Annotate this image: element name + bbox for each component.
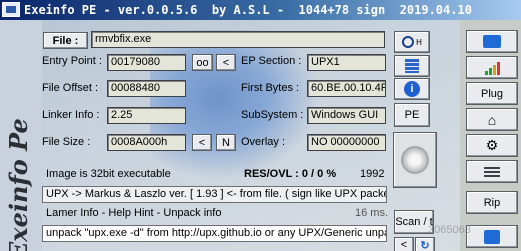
res-ovl-text: RES/OVL : 0 / 0 % [244,168,337,180]
file-button[interactable]: File : [43,32,88,49]
scan-time-text: 16 ms. [355,207,389,219]
detection-result[interactable]: UPX -> Markus & Laszlo ver. [ 1.93 ] <- … [42,186,387,203]
magnifier-icon [402,36,415,48]
award-button[interactable] [393,132,437,188]
file-size-prev-button[interactable]: < [192,134,212,151]
entry-point-oo-button[interactable]: oo [192,54,213,71]
file-name-field[interactable]: rmvbfix.exe [91,31,385,48]
right-toolbar: Plug ⌂ ⚙ Rip [461,20,521,251]
info-icon: i [404,81,420,97]
file-size-field[interactable]: 0008A000h [107,134,186,151]
pe-button[interactable]: PE [394,103,430,127]
unpack-hint[interactable]: unpack "upx.exe -d" from http://upx.gith… [42,225,387,242]
linker-info-field[interactable]: 2.25 [107,107,186,124]
file-offset-label: File Offset : [42,82,99,94]
file-offset-field[interactable]: 00088480 [107,80,186,97]
first-bytes-field[interactable]: 60.BE.00.10.4F [307,80,386,97]
ep-section-label: EP Section : [241,55,302,67]
entry-point-field[interactable]: 00179080 [107,54,186,71]
ep-section-field[interactable]: UPX1 [307,54,386,71]
subsystem-label: SubSystem : [241,109,304,121]
refresh-icon: ↻ [420,239,430,251]
menu-icon [484,166,500,177]
open-folder-button[interactable] [466,30,518,53]
overlay-label: Overlay : [241,136,286,148]
lamer-info-text[interactable]: Lamer Info - Help Hint - Unpack info [46,207,221,219]
plugins-button[interactable]: Plug [466,82,518,105]
info-button[interactable]: i [394,78,430,100]
stack-icon [405,59,419,73]
home-button[interactable]: ⌂ [466,108,518,131]
rip-button[interactable]: Rip [466,191,518,214]
signal-bars-icon [484,61,500,75]
scan-prev-button[interactable]: < [394,237,414,251]
file-size-n-button[interactable]: N [216,134,236,151]
title-bar: Exeinfo PE - ver.0.0.5.6 by A.S.L - 1044… [0,0,521,20]
wrench-icon: ⚙ [485,137,499,153]
options-button[interactable] [466,160,518,183]
exeinfo-logo: Exeinfo Pe [4,118,33,251]
first-bytes-label: First Bytes : [241,82,300,94]
linker-info-label: Linker Info : [42,109,100,121]
splash-graphic [150,30,320,180]
main-panel: Exeinfo Pe File : rmvbfix.exe Entry Poin… [0,20,521,251]
settings-button[interactable]: ⚙ [466,134,518,157]
subsystem-field[interactable]: Windows GUI [307,107,386,124]
watermark-text: 3065063 [428,224,471,236]
stats-button[interactable] [466,56,518,79]
year-text: 1992 [360,168,385,180]
refresh-button[interactable]: ↻ [415,237,435,251]
exit-button[interactable] [466,225,518,248]
search-button[interactable]: H [394,31,430,53]
home-icon: ⌂ [487,111,497,128]
image-type-text: Image is 32bit executable [46,168,171,180]
entry-point-label: Entry Point : [42,55,102,67]
left-pane: Exeinfo Pe File : rmvbfix.exe Entry Poin… [0,20,460,251]
file-size-label: File Size : [42,136,91,148]
sections-button[interactable] [394,55,430,77]
overlay-field[interactable]: NO 00000000 [307,134,386,151]
window-title: Exeinfo PE - ver.0.0.5.6 by A.S.L - 1044… [24,3,472,17]
folder-icon [483,35,501,48]
medal-icon [401,146,429,174]
entry-point-prev-button[interactable]: < [216,54,236,71]
app-icon [2,2,20,17]
exit-icon [484,229,500,244]
